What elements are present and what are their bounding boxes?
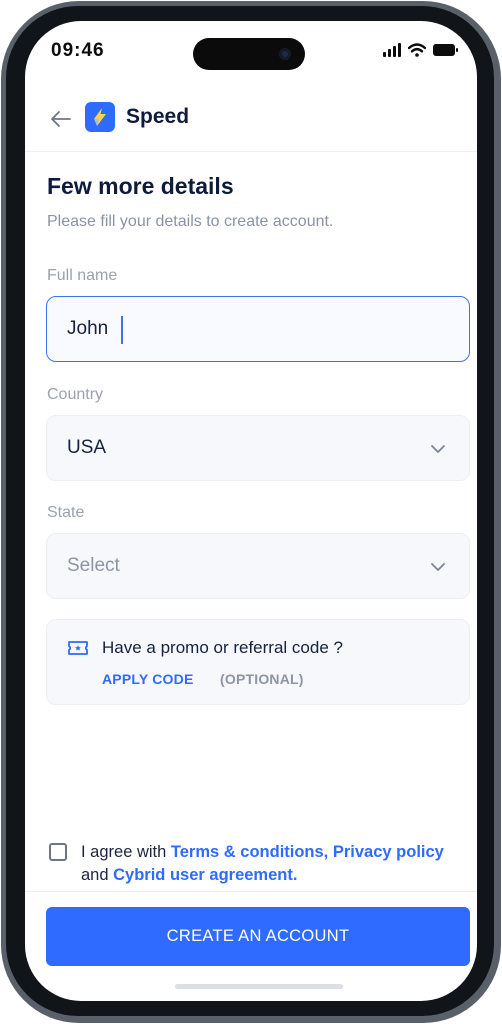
country-select[interactable]: USA bbox=[46, 415, 470, 481]
state-label: State bbox=[47, 504, 85, 521]
country-label: Country bbox=[47, 386, 104, 403]
promo-card: Have a promo or referral code ? APPLY CO… bbox=[46, 619, 470, 705]
create-account-button[interactable]: CREATE AN ACCOUNT bbox=[46, 907, 470, 966]
state-select[interactable]: Select bbox=[46, 533, 470, 599]
apply-code-link[interactable]: APPLY CODE bbox=[102, 671, 193, 687]
brand-name: Speed bbox=[126, 105, 190, 128]
footer-divider bbox=[25, 891, 477, 892]
back-arrow-icon[interactable] bbox=[49, 107, 73, 131]
lightning-icon bbox=[94, 108, 106, 126]
app-header: Speed bbox=[25, 97, 477, 152]
status-time: 09:46 bbox=[51, 40, 105, 61]
cellular-signal-icon bbox=[383, 43, 401, 57]
wifi-icon bbox=[408, 43, 426, 57]
agreement-text: I agree with Terms & conditions, Privacy… bbox=[81, 841, 451, 887]
agree-checkbox[interactable] bbox=[49, 843, 67, 861]
promo-text: Have a promo or referral code ? bbox=[102, 638, 343, 657]
privacy-policy-link[interactable]: Privacy policy bbox=[333, 843, 444, 861]
speed-logo bbox=[85, 102, 115, 132]
state-placeholder: Select bbox=[67, 555, 120, 576]
optional-label: (OPTIONAL) bbox=[220, 671, 304, 687]
country-value: USA bbox=[67, 437, 107, 458]
agreement-prefix: I agree with bbox=[81, 843, 171, 861]
page-title: Few more details bbox=[47, 173, 234, 199]
text-cursor bbox=[121, 316, 123, 344]
chevron-down-icon bbox=[431, 563, 445, 571]
status-icons bbox=[383, 43, 458, 57]
terms-link[interactable]: Terms & conditions, bbox=[171, 843, 328, 861]
battery-icon bbox=[433, 44, 458, 56]
ticket-icon bbox=[68, 641, 88, 655]
full-name-label: Full name bbox=[47, 267, 118, 284]
full-name-value: John bbox=[67, 318, 109, 339]
page-subtitle: Please fill your details to create accou… bbox=[47, 213, 334, 230]
full-name-input[interactable]: John bbox=[46, 296, 470, 362]
dynamic-island bbox=[193, 38, 305, 70]
camera-icon bbox=[279, 48, 291, 60]
agreement-middle: and bbox=[81, 866, 114, 884]
app-screen: 09:46 Speed Few more details Please fill… bbox=[25, 21, 477, 1001]
chevron-down-icon bbox=[431, 445, 445, 453]
cybrid-agreement-link[interactable]: Cybrid user agreement. bbox=[113, 866, 297, 884]
home-indicator bbox=[175, 984, 343, 989]
